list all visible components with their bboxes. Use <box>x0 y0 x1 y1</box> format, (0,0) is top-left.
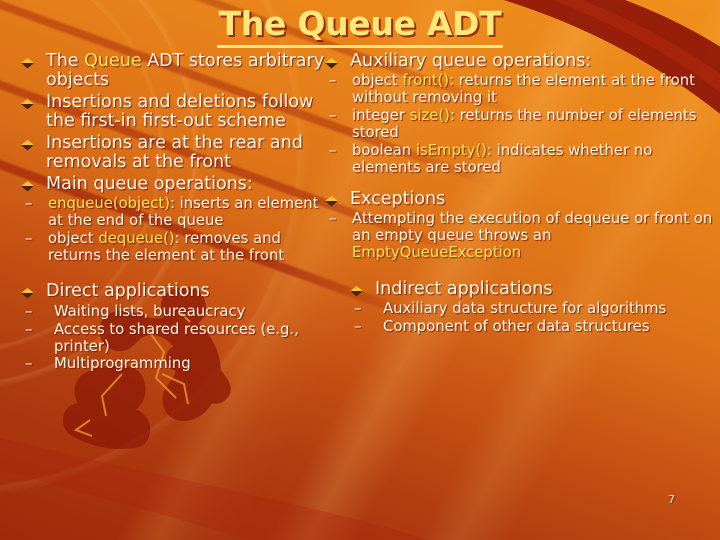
subbullet-text: Waiting lists, bureaucracy <box>54 302 246 320</box>
bullet-text-code: Queue <box>84 51 142 71</box>
bullet-text: Main queue operations: <box>46 173 253 194</box>
right-content-column: Auxiliary queue operations: – object fro… <box>318 51 716 342</box>
left-main-bullet-list: The Queue ADT stores arbitrary objects I… <box>14 51 336 194</box>
diamond-bullet-icon <box>325 58 338 69</box>
bullet-fifo-scheme: Insertions and deletions follow the firs… <box>14 91 336 132</box>
diamond-bullet-icon <box>21 288 34 299</box>
bullet-text: Indirect applications <box>375 278 553 299</box>
bullet-indirect-applications: Indirect applications <box>343 278 716 299</box>
diamond-bullet-icon <box>21 139 34 151</box>
en-dash-icon: – <box>25 302 33 320</box>
en-dash-icon: – <box>329 141 337 159</box>
en-dash-icon: – <box>354 300 362 317</box>
diamond-bullet-icon <box>21 180 34 192</box>
subbullet-text-pre: object <box>352 72 403 90</box>
subbullet-text-code: dequeue() <box>98 229 175 247</box>
diamond-bullet-icon <box>325 195 338 207</box>
exceptions-sublist: – Attempting the execution of dequeue or… <box>318 210 716 262</box>
subbullet-text-code: EmptyQueueException <box>352 243 522 261</box>
auxiliary-operations-sublist: – object front(): returns the element at… <box>318 72 716 177</box>
bullet-main-queue-operations: Main queue operations: <box>14 173 336 194</box>
direct-applications-sublist: – Waiting lists, bureaucracy – Access to… <box>14 302 336 373</box>
diamond-bullet-icon <box>21 98 34 110</box>
en-dash-icon: – <box>329 72 337 90</box>
subbullet-isempty: – boolean isEmpty(): indicates whether n… <box>318 141 716 177</box>
bullet-text: Insertions and deletions follow the firs… <box>46 91 314 132</box>
en-dash-icon: – <box>25 320 33 338</box>
subbullet-text-pre: boolean <box>352 141 416 159</box>
bullet-text: Insertions are at the rear and removals … <box>46 132 303 173</box>
slide-title-container: The Queue ADT <box>0 5 720 48</box>
subbullet-multiprogramming: – Multiprogramming <box>14 355 336 373</box>
left-content-column: The Queue ADT stores arbitrary objects I… <box>14 51 336 379</box>
subbullet-auxiliary-data-structure: – Auxiliary data structure for algorithm… <box>343 300 716 318</box>
bullet-text: Auxiliary queue operations: <box>350 51 592 71</box>
subbullet-empty-queue-exception: – Attempting the execution of dequeue or… <box>318 210 716 262</box>
subbullet-component-other-structures: – Component of other data structures <box>343 317 716 336</box>
en-dash-icon: – <box>329 107 337 125</box>
slide-canvas: The Queue ADT The Queue ADT stores arbit… <box>0 0 720 540</box>
exceptions-list: Exceptions <box>318 188 716 209</box>
diamond-bullet-icon <box>21 58 34 69</box>
subbullet-text: Multiprogramming <box>54 355 191 373</box>
subbullet-text-code: size() <box>409 107 450 125</box>
bullet-direct-applications: Direct applications <box>14 282 336 301</box>
subbullet-text: Component of other data structures <box>383 317 650 335</box>
diamond-bullet-icon <box>350 285 363 297</box>
subbullet-size: – integer size(): returns the number of … <box>318 107 716 142</box>
subbullet-text: Access to shared resources (e.g., printe… <box>54 320 299 355</box>
en-dash-icon: – <box>25 355 33 373</box>
en-dash-icon: – <box>354 317 362 335</box>
bullet-rear-front: Insertions are at the rear and removals … <box>14 132 336 173</box>
subbullet-enqueue: – enqueue(object): inserts an element at… <box>14 194 336 230</box>
slide-number: 7 <box>668 493 675 506</box>
bullet-text: Direct applications <box>46 281 210 302</box>
subbullet-shared-resources: – Access to shared resources (e.g., prin… <box>14 320 336 356</box>
bullet-queue-stores: The Queue ADT stores arbitrary objects <box>14 51 336 91</box>
subbullet-text-code: enqueue(object) <box>48 194 170 212</box>
subbullet-front: – object front(): returns the element at… <box>318 72 716 107</box>
bullet-exceptions: Exceptions <box>318 188 716 209</box>
en-dash-icon: – <box>25 194 33 212</box>
bullet-text: Exceptions <box>350 188 446 209</box>
main-operations-sublist: – enqueue(object): inserts an element at… <box>14 194 336 265</box>
subbullet-text-code: isEmpty() <box>415 141 487 159</box>
subbullet-dequeue: – object dequeue(): removes and returns … <box>14 229 336 265</box>
subbullet-text-pre: object <box>48 229 99 247</box>
subbullet-text: Auxiliary data structure for algorithms <box>383 300 667 317</box>
subbullet-text-pre: Attempting the execution of dequeue or f… <box>352 210 713 244</box>
direct-applications-list: Direct applications <box>14 282 336 301</box>
subbullet-text-code: front() <box>402 72 450 90</box>
auxiliary-operations-list: Auxiliary queue operations: <box>318 51 716 71</box>
indirect-applications-sublist: – Auxiliary data structure for algorithm… <box>343 300 716 336</box>
bullet-text-pre: The <box>46 51 85 71</box>
indirect-applications-list: Indirect applications <box>343 278 716 299</box>
subbullet-text-pre: integer <box>352 107 410 125</box>
en-dash-icon: – <box>25 229 33 247</box>
en-dash-icon: – <box>329 210 337 227</box>
bullet-auxiliary-operations: Auxiliary queue operations: <box>318 51 716 71</box>
subbullet-waiting-lists: – Waiting lists, bureaucracy <box>14 302 336 321</box>
page-title: The Queue ADT <box>216 5 504 48</box>
